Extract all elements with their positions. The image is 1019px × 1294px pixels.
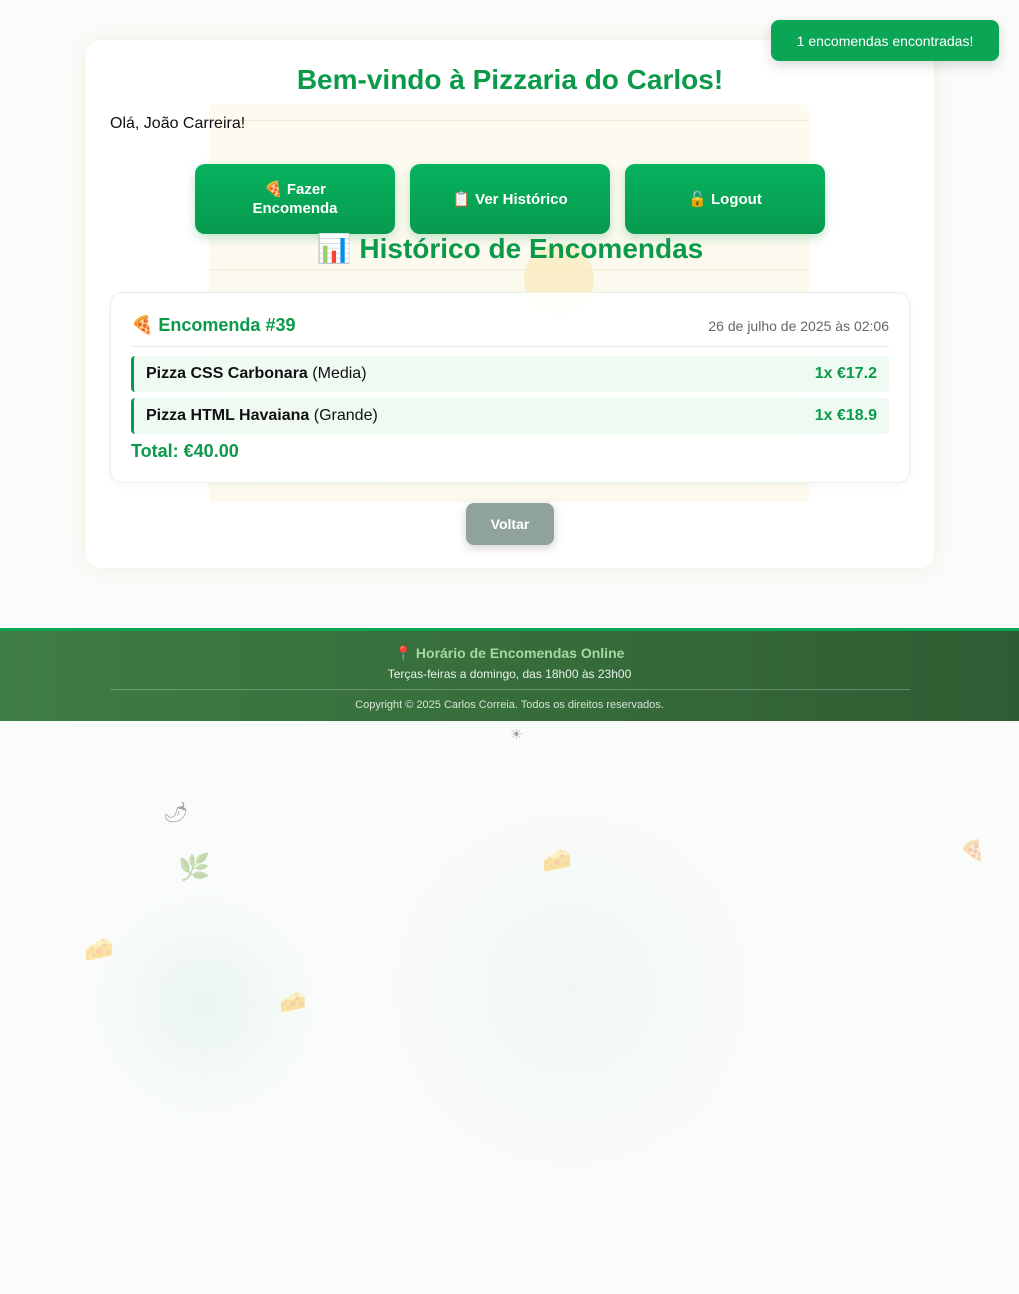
chili-icon: 🌶 xyxy=(163,800,189,824)
pizza-slice-icon: 🍕 xyxy=(960,838,985,862)
user-greeting: Olá, João Carreira! xyxy=(110,115,246,132)
toast-notification: 1 encomendas encontradas! xyxy=(771,20,999,61)
make-order-button[interactable]: 🍕 Fazer Encomenda xyxy=(195,164,395,234)
cheese-icon: 🧀 xyxy=(542,846,572,874)
item-name: Pizza CSS Carbonara xyxy=(146,365,308,382)
page-title: Bem-vindo à Pizzaria do Carlos! xyxy=(296,64,724,95)
order-card: 🍕 Encomenda #39 26 de julho de 2025 às 0… xyxy=(110,292,910,483)
main-card: Bem-vindo à Pizzaria do Carlos! Olá, Joã… xyxy=(86,40,934,568)
history-title: 📊 Histórico de Encomendas xyxy=(316,233,704,264)
back-label: Voltar xyxy=(490,516,530,532)
make-order-label: 🍕 Fazer Encomenda xyxy=(252,181,338,217)
item-quantity-price: 1x €17.2 xyxy=(814,365,877,382)
logout-button[interactable]: 🔓 Logout xyxy=(625,164,825,234)
cheese-icon: 🧀 xyxy=(84,935,114,963)
order-header: 🍕 Encomenda #39 26 de julho de 2025 às 0… xyxy=(131,315,889,347)
order-item: Pizza CSS Carbonara (Media) 1x €17.2 xyxy=(131,356,889,392)
view-history-label: 📋 Ver Histórico xyxy=(452,190,568,208)
footer-copyright: Copyright © 2025 Carlos Correia. Todos o… xyxy=(355,699,664,711)
logout-label: 🔓 Logout xyxy=(688,190,762,208)
toast-message: 1 encomendas encontradas! xyxy=(796,32,974,49)
item-quantity-price: 1x €18.9 xyxy=(814,407,877,424)
order-date: 26 de julho de 2025 às 02:06 xyxy=(708,317,889,334)
item-size: (Media) xyxy=(312,365,367,382)
background-glow xyxy=(380,760,760,1220)
order-item: Pizza HTML Havaiana (Grande) 1x €18.9 xyxy=(131,398,889,434)
footer-hours-text: Terças-feiras a domingo, das 18h00 às 23… xyxy=(387,667,632,681)
order-title: 🍕 Encomenda #39 xyxy=(131,315,296,335)
item-size: (Grande) xyxy=(313,407,378,424)
sun-icon: ☀ xyxy=(510,727,523,743)
order-total: Total: €40.00 xyxy=(131,441,239,461)
footer: 📍 Horário de Encomendas Online Terças-fe… xyxy=(0,628,1019,721)
footer-hours-title: 📍 Horário de Encomendas Online xyxy=(394,645,625,661)
cheese-icon: 🧀 xyxy=(279,990,307,1015)
item-name: Pizza HTML Havaiana xyxy=(146,407,310,424)
view-history-button[interactable]: 📋 Ver Histórico xyxy=(410,164,610,234)
back-button[interactable]: Voltar xyxy=(466,503,554,545)
basil-leaf-icon: 🌿 xyxy=(178,853,211,883)
nav-buttons: 🍕 Fazer Encomenda 📋 Ver Histórico 🔓 Logo… xyxy=(195,164,825,234)
footer-divider xyxy=(110,689,910,690)
